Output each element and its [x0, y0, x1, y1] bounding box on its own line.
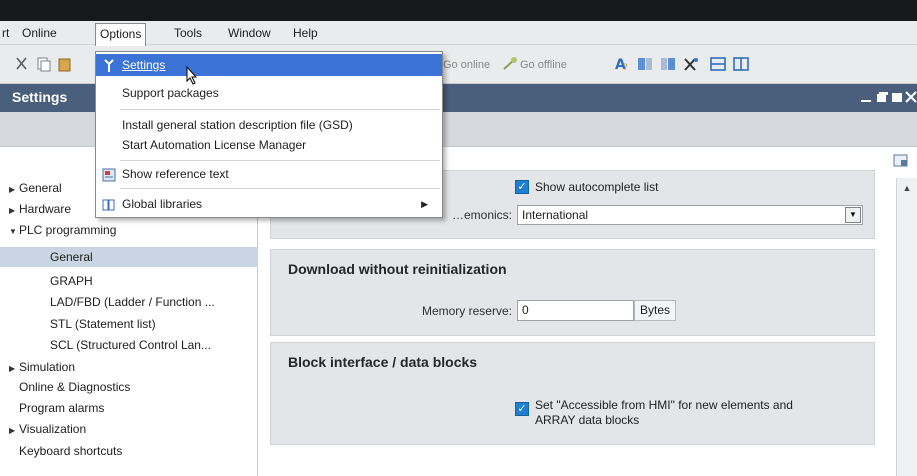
- menu-item-global-libraries[interactable]: Global libraries ▶: [96, 193, 442, 215]
- go-offline-button[interactable]: Go offline: [520, 56, 567, 74]
- tree-item-label: Keyboard shortcuts: [19, 444, 123, 458]
- memory-reserve-value: 0: [522, 303, 529, 317]
- tree-item-visualization[interactable]: ▶ Visualization: [0, 419, 258, 439]
- window-title: Settings: [12, 89, 68, 105]
- tree-item-lad-fbd[interactable]: LAD/FBD (Ladder / Function ...: [0, 292, 258, 312]
- download-section: Download without reinitialization Memory…: [270, 249, 875, 336]
- chevron-down-icon[interactable]: ▼: [845, 207, 861, 223]
- minimize-icon[interactable]: [858, 90, 874, 106]
- copy-icon[interactable]: [36, 56, 52, 72]
- mouse-cursor-icon: [186, 65, 200, 86]
- close-icon[interactable]: [903, 90, 917, 106]
- go-online-button[interactable]: Go online: [443, 56, 490, 74]
- accessible-devices-icon[interactable]: A?: [614, 56, 630, 73]
- top-dark-strip: [0, 0, 917, 21]
- expand-arrow-icon[interactable]: ▶: [9, 421, 19, 441]
- menu-item-label: Start Automation License Manager: [122, 138, 307, 152]
- split-vertical-icon[interactable]: [733, 56, 749, 72]
- tree-item-label: Program alarms: [19, 401, 105, 415]
- vertical-scrollbar[interactable]: ▲: [896, 178, 917, 476]
- paste-icon[interactable]: [57, 56, 73, 72]
- tree-item-label: PLC programming: [19, 223, 117, 237]
- show-hide-panel-icon[interactable]: [893, 154, 909, 168]
- block-interface-section-title: Block interface / data blocks: [288, 354, 478, 370]
- tree-item-label: Simulation: [19, 360, 76, 374]
- menu-item-install-gsd[interactable]: Install general station description file…: [96, 114, 442, 136]
- menu-item-settings[interactable]: Settings: [96, 54, 442, 76]
- tree-item-label: Visualization: [19, 422, 87, 436]
- tree-item-label: STL (Statement list): [50, 317, 156, 331]
- memory-reserve-input[interactable]: 0: [517, 300, 634, 321]
- options-menu: Settings Support packages Install genera…: [95, 51, 443, 218]
- accessible-from-hmi-label-line2: ARRAY data blocks: [535, 413, 640, 427]
- menu-item-label: Support packages: [122, 86, 219, 100]
- split-horizontal-icon[interactable]: [710, 56, 726, 72]
- tree-item-label: General: [50, 250, 93, 264]
- menu-item-tools[interactable]: Tools: [174, 21, 202, 45]
- collapse-arrow-icon[interactable]: ▼: [9, 222, 19, 242]
- cross-reference-icon[interactable]: [637, 56, 653, 72]
- menu-bar: rt Online Options Tools Window Help: [0, 21, 917, 46]
- menu-separator: [120, 160, 440, 161]
- menu-separator: [120, 188, 440, 189]
- menu-separator: [120, 109, 440, 110]
- block-interface-section: Block interface / data blocks ✓ Set "Acc…: [270, 342, 875, 445]
- menu-item-show-reference-text[interactable]: Show reference text: [96, 163, 442, 185]
- tree-item-label: Online & Diagnostics: [19, 380, 131, 394]
- autocomplete-checkbox[interactable]: ✓: [515, 180, 529, 194]
- close-editor-icon[interactable]: [683, 56, 699, 72]
- menu-item-license-manager[interactable]: Start Automation License Manager: [96, 134, 442, 156]
- download-section-title: Download without reinitialization: [288, 261, 507, 277]
- mnemonics-dropdown[interactable]: International ▼: [517, 205, 863, 225]
- reference-text-icon: [102, 167, 116, 182]
- tree-item-scl[interactable]: SCL (Structured Control Lan...: [0, 335, 258, 355]
- split-view-icon[interactable]: [660, 56, 676, 72]
- tree-item-label: GRAPH: [50, 274, 93, 288]
- memory-unit-label: Bytes: [634, 300, 677, 321]
- expand-arrow-icon[interactable]: ▶: [9, 359, 19, 379]
- go-offline-icon[interactable]: [502, 56, 518, 72]
- tree-item-label: General: [19, 181, 62, 195]
- cut-icon[interactable]: [14, 56, 30, 72]
- menu-item-window[interactable]: Window: [228, 21, 271, 45]
- wrench-icon: [102, 58, 116, 72]
- tree-item-simulation[interactable]: ▶ Simulation: [0, 357, 258, 377]
- expand-arrow-icon[interactable]: ▶: [9, 201, 19, 221]
- mnemonics-value: International: [522, 208, 589, 222]
- tree-item-plc-general[interactable]: General: [0, 247, 258, 267]
- expand-arrow-icon[interactable]: ▶: [9, 180, 19, 200]
- memory-reserve-label: Memory reserve:: [421, 304, 512, 318]
- autocomplete-label: Show autocomplete list: [535, 180, 659, 194]
- tree-item-online-diagnostics[interactable]: Online & Diagnostics: [0, 377, 258, 397]
- library-icon: [102, 197, 116, 211]
- menu-item-label: Install general station description file…: [122, 118, 353, 132]
- tree-item-stl[interactable]: STL (Statement list): [0, 314, 258, 334]
- menu-item-help[interactable]: Help: [293, 21, 318, 45]
- tree-item-keyboard-shortcuts[interactable]: Keyboard shortcuts: [0, 441, 258, 461]
- accessible-from-hmi-checkbox[interactable]: ✓: [515, 402, 529, 416]
- menu-item-rt[interactable]: rt: [2, 21, 9, 45]
- tree-item-program-alarms[interactable]: Program alarms: [0, 398, 258, 418]
- menu-item-online[interactable]: Online: [22, 21, 57, 45]
- float-window-icon[interactable]: [874, 90, 890, 106]
- tree-item-label: LAD/FBD (Ladder / Function ...: [50, 295, 215, 309]
- menu-item-support-packages[interactable]: Support packages: [96, 82, 442, 104]
- menu-item-label: Show reference text: [122, 167, 229, 181]
- menu-item-label: Settings: [122, 58, 166, 72]
- accessible-from-hmi-label-line1: Set "Accessible from HMI" for new elemen…: [535, 398, 793, 412]
- tree-item-label: Hardware: [19, 202, 72, 216]
- menu-item-options[interactable]: Options: [95, 23, 147, 46]
- menu-item-label: Global libraries: [122, 197, 203, 211]
- tree-item-plc-programming[interactable]: ▼ PLC programming: [0, 220, 258, 240]
- svg-text:?: ?: [623, 63, 628, 72]
- tree-item-graph[interactable]: GRAPH: [0, 271, 258, 291]
- scroll-up-icon[interactable]: ▲: [900, 181, 914, 195]
- submenu-arrow-icon: ▶: [421, 199, 428, 209]
- tree-item-label: SCL (Structured Control Lan...: [50, 338, 211, 352]
